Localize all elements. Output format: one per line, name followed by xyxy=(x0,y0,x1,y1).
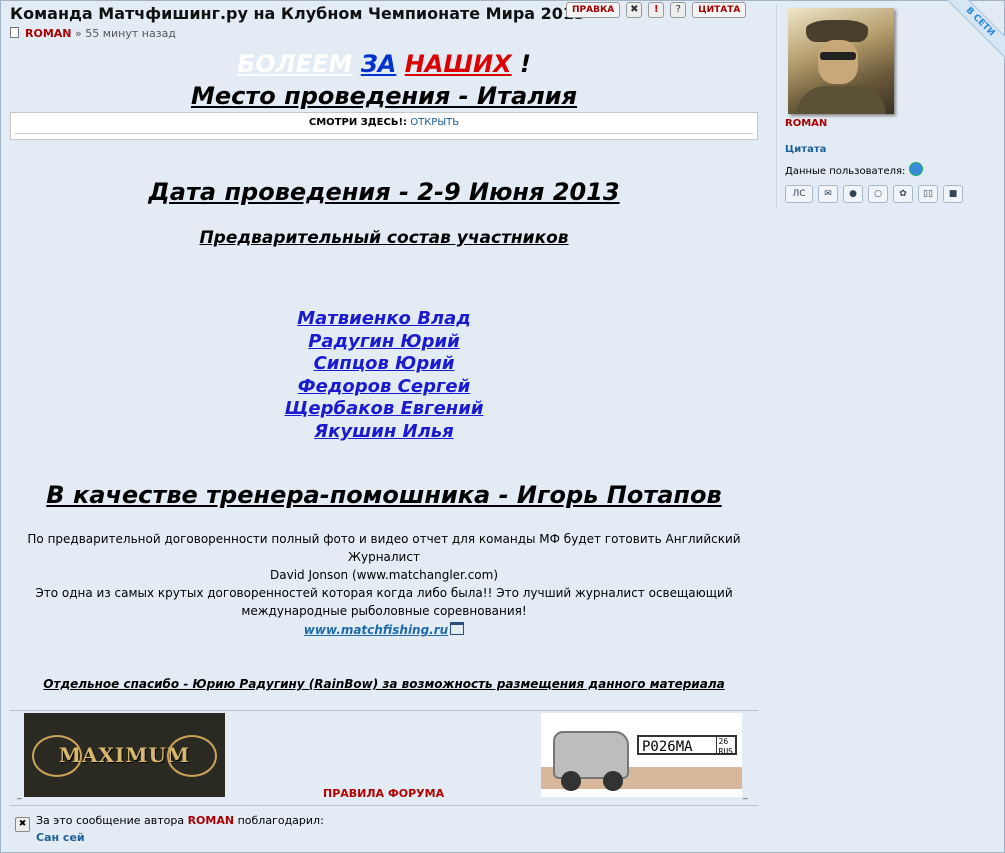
description-line: По предварительной договоренности полный… xyxy=(27,532,741,564)
avatar-body xyxy=(796,86,886,114)
site-link[interactable]: www.matchfishing.ru xyxy=(304,623,448,637)
date-heading: Дата проведения - 2-9 Июня 2013 xyxy=(148,178,620,206)
player-link[interactable]: Федоров Сергей xyxy=(10,376,758,399)
delete-icon[interactable]: ✖ xyxy=(626,2,643,18)
gallery-icon[interactable]: ■ xyxy=(943,185,963,203)
player-link[interactable]: Сипцов Юрий xyxy=(10,353,758,376)
email-icon[interactable]: ✉ xyxy=(818,185,838,203)
help-icon[interactable]: ? xyxy=(670,2,687,18)
cheer-word-4: ! xyxy=(519,50,531,78)
sidebar-divider xyxy=(776,4,777,208)
avatar[interactable] xyxy=(788,8,894,114)
fish-right-icon xyxy=(167,735,217,777)
post-meta: ROMAN » 55 минут назад xyxy=(10,27,176,40)
venue-heading: Место проведения - Италия xyxy=(191,82,577,110)
player-link[interactable]: Щербаков Евгений xyxy=(10,398,758,421)
thanks-suffix: поблагодарил: xyxy=(237,814,324,827)
player-link[interactable]: Матвиенко Влад xyxy=(10,308,758,331)
remove-thanks-icon[interactable]: ✖ xyxy=(15,817,30,832)
spoiler-box: СМОТРИ ЗДЕСЬ!: ОТКРЫТЬ xyxy=(10,112,758,140)
website-icon[interactable]: ● xyxy=(843,185,863,203)
post-time: 55 минут назад xyxy=(85,27,176,40)
spoiler-label: СМОТРИ ЗДЕСЬ!: xyxy=(308,117,408,128)
post-link-icon[interactable] xyxy=(10,27,19,38)
skype-icon[interactable]: ○ xyxy=(868,185,888,203)
license-plate: Р026МА 26 RUS xyxy=(637,735,737,756)
post-toolbar: ПРАВКА ✖ ! ? ЦИТАТА xyxy=(566,2,747,18)
cheer-word-3: НАШИХ xyxy=(404,50,512,78)
thanks-divider xyxy=(10,805,758,806)
description-line: международные рыболовные соревнования! xyxy=(241,604,527,618)
player-link[interactable]: Радугин Юрий xyxy=(10,331,758,354)
new-window-icon[interactable] xyxy=(450,622,465,635)
report-icon[interactable]: ! xyxy=(648,2,665,18)
avatar-face xyxy=(818,40,858,84)
plate-number: Р026МА xyxy=(642,739,693,755)
coach-heading: В качестве тренера-помошника - Игорь Пот… xyxy=(46,481,722,509)
pm-icon[interactable]: ЛС xyxy=(785,185,813,203)
user-data-label: Данные пользователя: xyxy=(785,166,906,177)
avatar-glasses xyxy=(820,52,856,60)
spoiler-open-link[interactable]: ОТКРЫТЬ xyxy=(410,117,459,128)
user-data-row: Данные пользователя: xyxy=(785,162,924,177)
description-line: David Jonson (www.matchangler.com) xyxy=(270,568,498,582)
plate-region: 26 RUS xyxy=(715,737,733,756)
journal-icon[interactable]: ▯▯ xyxy=(918,185,938,203)
wheel-icon xyxy=(603,771,623,791)
thanks-prefix: За это сообщение автора xyxy=(36,814,185,827)
signature-divider xyxy=(10,710,758,711)
cheer-word-2: ЗА xyxy=(360,50,397,78)
cheer-word-1: БОЛЕЕМ xyxy=(237,50,353,78)
spoiler-divider xyxy=(15,133,753,134)
description-paragraph: По предварительной договоренности полный… xyxy=(10,530,758,620)
thanks-line: ✖ За это сообщение автора ROMAN поблагода… xyxy=(15,814,324,832)
special-thanks: Отдельное спасибо - Юрию Радугину (RainB… xyxy=(43,677,725,691)
signature-underscore: _ xyxy=(17,790,22,800)
avatar-hat xyxy=(806,20,868,42)
post-author[interactable]: ROMAN xyxy=(25,27,72,40)
fish-left-icon xyxy=(32,735,82,777)
player-link[interactable]: Якушин Илья xyxy=(10,421,758,444)
post-title[interactable]: Команда Матчфишинг.ру на Клубном Чемпион… xyxy=(10,4,585,23)
icq-icon[interactable]: ✿ xyxy=(893,185,913,203)
sidebar-quote-link[interactable]: Цитата xyxy=(785,144,826,155)
contact-icons: ЛС ✉ ● ○ ✿ ▯▯ ■ xyxy=(785,185,963,203)
maximum-banner[interactable]: MAXIMUM xyxy=(24,713,225,797)
meta-separator: » xyxy=(75,27,82,40)
forum-rules-link[interactable]: ПРАВИЛА ФОРУМА xyxy=(323,787,444,800)
quote-button[interactable]: ЦИТАТА xyxy=(692,2,747,18)
user-profile-icon[interactable] xyxy=(909,162,924,176)
car-banner[interactable]: Р026МА 26 RUS xyxy=(541,713,742,797)
thanks-author[interactable]: ROMAN xyxy=(188,814,235,827)
site-link-row: www.matchfishing.ru xyxy=(10,622,758,637)
player-list: Матвиенко Влад Радугин Юрий Сипцов Юрий … xyxy=(10,308,758,444)
thanks-user-link[interactable]: Сан сей xyxy=(36,831,85,844)
cheer-heading: БОЛЕЕМ ЗА НАШИХ ! xyxy=(10,50,758,78)
edit-button[interactable]: ПРАВКА xyxy=(566,2,621,18)
signature-underscore: _ xyxy=(743,790,748,800)
prelim-heading: Предварительный состав участников xyxy=(199,228,569,248)
description-line: Это одна из самых крутых договоренностей… xyxy=(35,586,733,600)
wheel-icon xyxy=(561,771,581,791)
sidebar-username[interactable]: ROMAN xyxy=(785,118,827,129)
